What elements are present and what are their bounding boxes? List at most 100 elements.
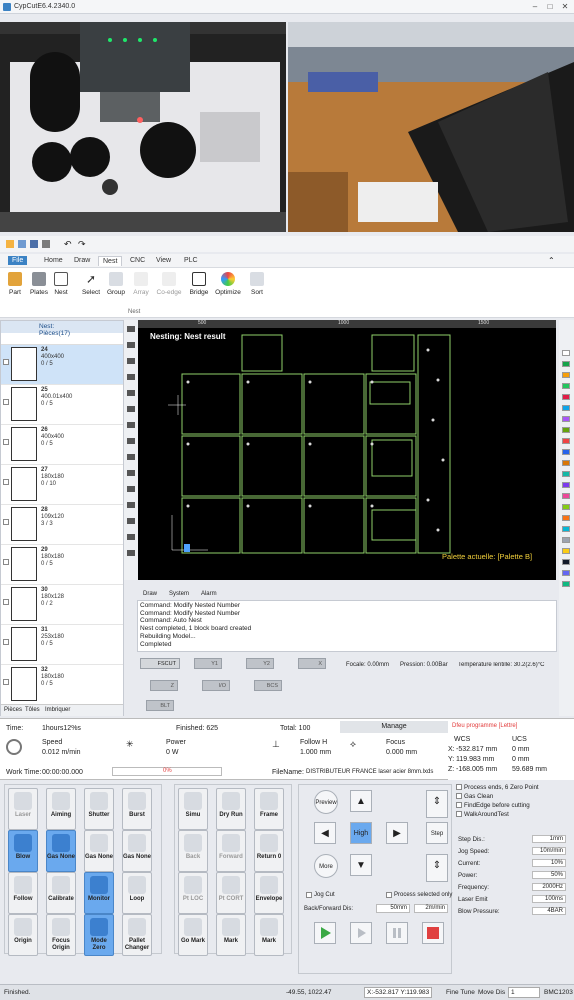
stop-button[interactable]: [422, 922, 444, 944]
tab-system-log[interactable]: System: [166, 591, 192, 597]
list-item[interactable]: 24 400x400 0 / 5: [1, 345, 123, 385]
go-mark-button[interactable]: Go Mark: [178, 914, 208, 956]
layer-swatch[interactable]: [562, 383, 570, 389]
return-0-button[interactable]: Return 0: [254, 830, 284, 872]
minimize-button[interactable]: –: [528, 1, 542, 13]
gas-none-button[interactable]: Gas None: [84, 830, 114, 872]
x-button[interactable]: X: [298, 658, 326, 669]
follow-button[interactable]: Follow: [8, 872, 38, 914]
array-button[interactable]: Array: [128, 272, 154, 296]
preview-button[interactable]: Preview: [314, 790, 338, 814]
part-checkbox[interactable]: [3, 479, 9, 485]
bridge-button[interactable]: Bridge: [186, 272, 212, 296]
io-button[interactable]: I/O: [202, 680, 230, 691]
frame-button[interactable]: Frame: [254, 788, 284, 830]
param-value[interactable]: 50%: [532, 871, 566, 879]
part-button[interactable]: Part: [2, 272, 28, 296]
tab-toles[interactable]: Tôles: [25, 707, 40, 713]
tab-nest[interactable]: Nest: [98, 256, 123, 266]
print-icon[interactable]: [42, 240, 50, 248]
bcs-button[interactable]: BCS: [254, 680, 282, 691]
list-item[interactable]: 28 109x120 3 / 3: [1, 505, 123, 545]
layer-swatch[interactable]: [562, 405, 570, 411]
part-checkbox[interactable]: [3, 439, 9, 445]
layer-swatch[interactable]: [562, 471, 570, 477]
tab-plc[interactable]: PLC: [180, 256, 202, 265]
process-selected-checkbox[interactable]: [386, 892, 392, 898]
ribbon-collapse-icon[interactable]: ⌃: [548, 256, 555, 265]
burst-button[interactable]: Burst: [122, 788, 152, 830]
calibrate-button[interactable]: Calibrate: [46, 872, 76, 914]
option-row[interactable]: FindEdge before cutting: [456, 802, 572, 811]
jog-up-button[interactable]: ▲: [350, 790, 372, 812]
jog-right-button[interactable]: ▶: [386, 822, 408, 844]
simu-button[interactable]: Simu: [178, 788, 208, 830]
part-checkbox[interactable]: [3, 599, 9, 605]
pause-button[interactable]: [386, 922, 408, 944]
nest-canvas[interactable]: Nesting: Nest result Palette actuelle: […: [138, 320, 556, 580]
origin-button[interactable]: Origin: [8, 914, 38, 956]
param-value[interactable]: 10m/min: [532, 847, 566, 855]
open-file-icon[interactable]: [18, 240, 26, 248]
part-checkbox[interactable]: [3, 359, 9, 365]
backforward-speed[interactable]: 2m/min: [414, 904, 448, 913]
resume-button[interactable]: [350, 922, 372, 944]
layer-swatch[interactable]: [562, 394, 570, 400]
focus-origin-button[interactable]: Focus Origin: [46, 914, 76, 956]
blow-button[interactable]: Blow: [8, 830, 38, 872]
layer-swatch[interactable]: [562, 548, 570, 554]
z-button[interactable]: Z: [150, 680, 178, 691]
param-value[interactable]: 10%: [532, 859, 566, 867]
tab-pieces[interactable]: Pièces: [4, 707, 22, 713]
list-item[interactable]: 31 253x180 0 / 5: [1, 625, 123, 665]
tab-view[interactable]: View: [152, 256, 175, 265]
option-checkbox[interactable]: [456, 793, 462, 800]
back-button[interactable]: Back: [178, 830, 208, 872]
gas-none-button[interactable]: Gas None: [46, 830, 76, 872]
jog-down-button[interactable]: ▼: [350, 854, 372, 876]
tab-file[interactable]: File: [8, 256, 28, 265]
sort-button[interactable]: Sort: [244, 272, 270, 296]
option-checkbox[interactable]: [456, 802, 462, 809]
part-checkbox[interactable]: [3, 519, 9, 525]
param-value[interactable]: 1mm: [532, 835, 566, 843]
shutter-button[interactable]: Shutter: [84, 788, 114, 830]
tab-alarm-log[interactable]: Alarm: [198, 591, 220, 597]
jog-cut-checkbox[interactable]: [306, 892, 312, 898]
dry-run-button[interactable]: Dry Run: [216, 788, 246, 830]
nest-button[interactable]: Nest: [48, 272, 74, 296]
layer-swatch[interactable]: [562, 482, 570, 488]
layer-swatch[interactable]: [562, 438, 570, 444]
high-speed-button[interactable]: High: [350, 822, 372, 844]
group-button[interactable]: Group: [103, 272, 129, 296]
mark-button[interactable]: Mark: [216, 914, 246, 956]
move-dis-input[interactable]: 1: [508, 987, 540, 998]
layer-swatch[interactable]: [562, 449, 570, 455]
redo-icon[interactable]: ↷: [78, 239, 86, 250]
layer-swatch[interactable]: [562, 515, 570, 521]
list-item[interactable]: 26 400x400 0 / 5: [1, 425, 123, 465]
undo-icon[interactable]: ↶: [64, 239, 72, 250]
close-button[interactable]: ✕: [558, 1, 572, 13]
list-item[interactable]: 27 180x180 0 / 10: [1, 465, 123, 505]
gas-none-button[interactable]: Gas None: [122, 830, 152, 872]
jog-left-button[interactable]: ◀: [314, 822, 336, 844]
layer-swatch[interactable]: [562, 372, 570, 378]
part-checkbox[interactable]: [3, 559, 9, 565]
coedge-button[interactable]: Co-edge: [156, 272, 182, 296]
monitor-button[interactable]: Monitor: [84, 872, 114, 914]
param-value[interactable]: 2000Hz: [532, 883, 566, 891]
layer-swatch[interactable]: [562, 526, 570, 532]
option-checkbox[interactable]: [456, 811, 462, 818]
laser-button[interactable]: Laser: [8, 788, 38, 830]
part-checkbox[interactable]: [3, 679, 9, 685]
option-row[interactable]: Process ends, 6 Zero Point: [456, 784, 572, 793]
y2-button[interactable]: Y2: [246, 658, 274, 669]
backforward-distance[interactable]: 50mm: [376, 904, 410, 913]
y1-button[interactable]: Y1: [194, 658, 222, 669]
blt-button[interactable]: BLT: [146, 700, 174, 711]
tab-cnc[interactable]: CNC: [126, 256, 149, 265]
loop-button[interactable]: Loop: [122, 872, 152, 914]
tab-draw-log[interactable]: Draw: [140, 591, 160, 597]
layer-swatch[interactable]: [562, 559, 570, 565]
